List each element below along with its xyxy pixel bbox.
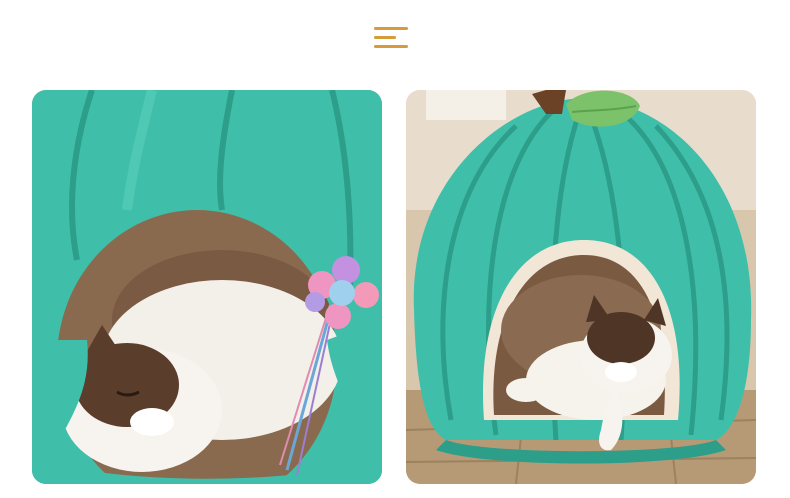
cat-bed-closeup-photo <box>32 90 382 484</box>
menu-icon[interactable] <box>374 27 408 49</box>
menu-icon-bar-middle <box>374 36 396 39</box>
cat-bed-full-illustration <box>406 90 756 484</box>
menu-icon-bar-bottom <box>374 45 408 48</box>
menu-icon-bar-top <box>374 27 408 30</box>
cat-bed-full-photo <box>406 90 756 484</box>
cat-bed-closeup-illustration <box>32 90 382 484</box>
